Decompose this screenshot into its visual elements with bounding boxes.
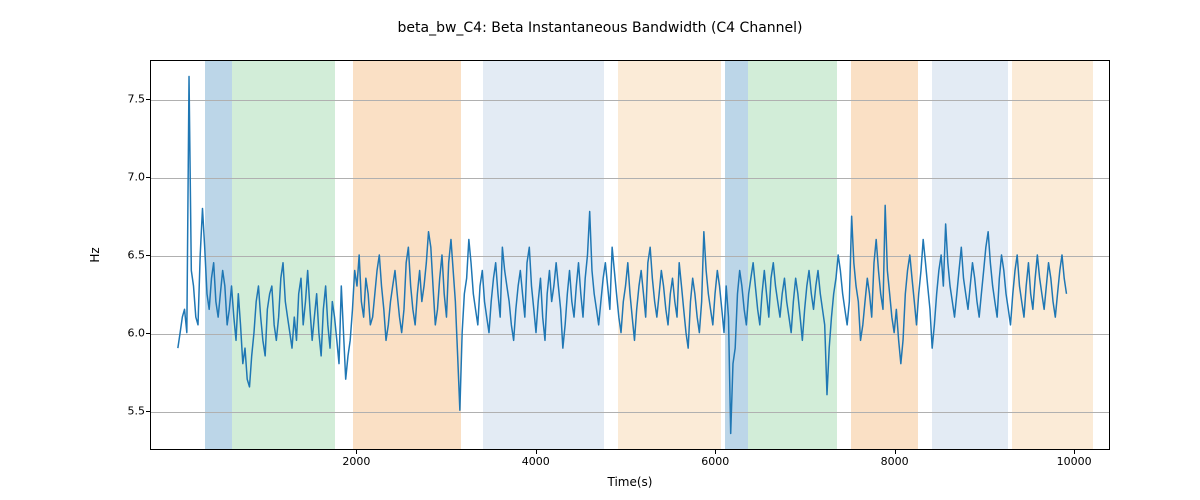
y-tick-mark xyxy=(146,411,150,412)
line-svg xyxy=(151,61,1109,449)
x-tick-mark xyxy=(1074,450,1075,454)
chart-title: beta_bw_C4: Beta Instantaneous Bandwidth… xyxy=(0,20,1200,36)
x-tick-label: 8000 xyxy=(881,455,909,468)
x-tick-mark xyxy=(356,450,357,454)
figure: beta_bw_C4: Beta Instantaneous Bandwidth… xyxy=(0,0,1200,500)
y-tick-label: 5.5 xyxy=(128,405,146,418)
y-tick-mark xyxy=(146,177,150,178)
plot-area xyxy=(150,60,1110,450)
x-tick-label: 10000 xyxy=(1057,455,1092,468)
x-tick-mark xyxy=(715,450,716,454)
y-tick-label: 7.5 xyxy=(128,93,146,106)
series-line-beta_bw_C4 xyxy=(178,77,1067,434)
x-axis-label: Time(s) xyxy=(608,475,653,489)
y-tick-label: 7.0 xyxy=(128,171,146,184)
x-tick-label: 4000 xyxy=(522,455,550,468)
y-axis-label: Hz xyxy=(88,247,102,262)
x-tick-mark xyxy=(895,450,896,454)
y-tick-label: 6.5 xyxy=(128,249,146,262)
x-tick-mark xyxy=(536,450,537,454)
y-tick-mark xyxy=(146,99,150,100)
y-tick-mark xyxy=(146,255,150,256)
y-tick-mark xyxy=(146,333,150,334)
x-tick-label: 2000 xyxy=(342,455,370,468)
y-tick-label: 6.0 xyxy=(128,327,146,340)
x-tick-label: 6000 xyxy=(701,455,729,468)
